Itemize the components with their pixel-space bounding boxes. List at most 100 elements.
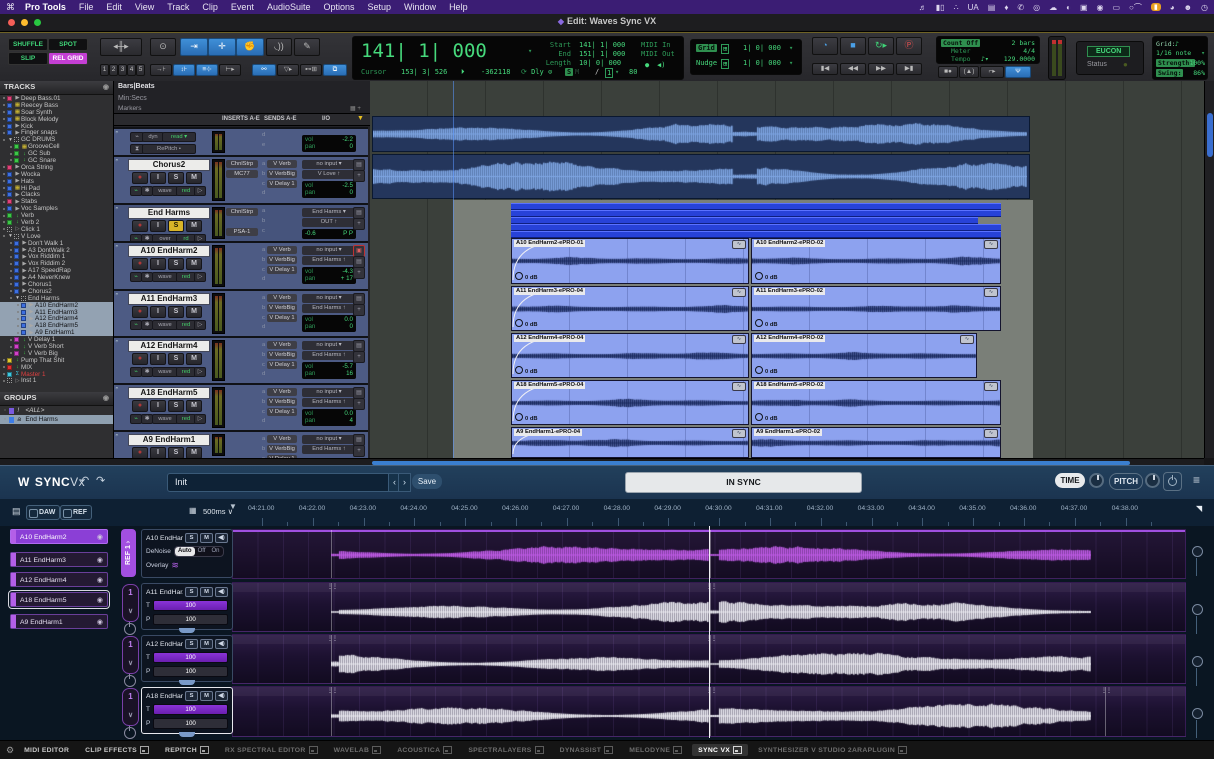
solo-button[interactable]: S: [168, 258, 184, 270]
zoom-preset-5[interactable]: 5: [136, 64, 145, 76]
clip-effects-badge[interactable]: ∿: [984, 240, 998, 249]
selection-start[interactable]: 141| 1| 000: [579, 41, 625, 49]
track-freeze-icon[interactable]: ◓: [115, 206, 119, 212]
audio-clip[interactable]: A18 EndHarm5-ePRO-04∿0 dB: [511, 380, 749, 425]
meter-label[interactable]: Meter: [951, 47, 971, 55]
vx-track-chip-a18-endharm5[interactable]: A18 EndHarm5◉: [10, 592, 108, 607]
send-assignment[interactable]: V Verb: [267, 388, 297, 396]
lane-power-button[interactable]: [124, 675, 136, 687]
solo-button[interactable]: S: [185, 639, 198, 649]
send-assignment[interactable]: V VerbBig: [267, 170, 297, 178]
volume-pan-display[interactable]: vol-2.5pan0: [302, 181, 356, 198]
send-slot[interactable]: cV Delay 1: [262, 314, 297, 322]
chevron-down-icon[interactable]: ∨: [123, 711, 138, 719]
menu-item-clip[interactable]: Clip: [202, 2, 218, 12]
send-slot[interactable]: cV Delay 1: [262, 408, 297, 416]
audio-clip[interactable]: A9 EndHarm1-ePRO-04∿: [511, 427, 749, 458]
mute-button[interactable]: M: [200, 639, 213, 649]
lane-pull-tab[interactable]: [179, 680, 195, 685]
input-path-selector[interactable]: no input ▾: [302, 294, 356, 303]
quantize-dropdown-icon[interactable]: ▾: [615, 68, 619, 76]
cloud-icon[interactable]: ☁: [1049, 3, 1057, 12]
send-assignment[interactable]: V Delay 1: [267, 408, 297, 416]
volume-pan-display[interactable]: vol-5.7pan16: [302, 362, 356, 379]
expand-icon[interactable]: ▷: [194, 320, 206, 330]
folder-open-icon[interactable]: ▾: [14, 295, 21, 301]
denoise-option-off[interactable]: Off: [195, 547, 209, 556]
window-split-icon[interactable]: ▮▯: [936, 3, 945, 12]
visibility-eye-icon[interactable]: ◉: [97, 530, 103, 545]
elastic-algorithm-button[interactable]: red: [176, 186, 196, 196]
send-assignment[interactable]: V Verb: [267, 160, 297, 168]
battery-icon[interactable]: ▭: [1112, 3, 1120, 12]
lane-zoom-knob[interactable]: [1192, 708, 1203, 719]
search-icon[interactable]: ○⌒: [1129, 2, 1142, 13]
sends-column-header[interactable]: SENDS A-E: [264, 116, 296, 122]
record-enable-button[interactable]: ●: [132, 353, 148, 365]
volume-pan-display[interactable]: vol0.0pan0: [302, 315, 356, 332]
solo-indicator[interactable]: S: [565, 68, 573, 76]
expand-icon[interactable]: ▷: [194, 186, 206, 196]
grid-label[interactable]: Grid: [696, 44, 717, 52]
elastic-algorithm-button[interactable]: red: [176, 272, 196, 282]
input-monitor-button[interactable]: I: [150, 172, 166, 184]
record-enable-button[interactable]: ●: [132, 172, 148, 184]
sidebar-track-groovecell[interactable]: ▦GrooveCell: [0, 143, 113, 150]
output-path-selector[interactable]: End Harms ↑: [302, 304, 356, 313]
audio-clip[interactable]: A12 EndHarm4-ePRO-04∿0 dB: [511, 333, 749, 378]
inserts-column-header[interactable]: INSERTS A-E: [222, 116, 260, 122]
playlist-view-button[interactable]: over: [152, 234, 178, 241]
swing-value[interactable]: 86%: [1193, 69, 1205, 77]
menu-item-file[interactable]: File: [79, 2, 94, 12]
menu-item-edit[interactable]: Edit: [106, 2, 122, 12]
zoom-waveform-buttons[interactable]: ◂╫▸: [100, 38, 142, 56]
track-name-box[interactable]: A10 EndHarm2: [128, 245, 210, 257]
output-path-selector[interactable]: End Harms ↑: [302, 445, 356, 454]
input-path-selector[interactable]: End Harms ▾: [302, 208, 356, 217]
sidebar-track-deep-bass-01[interactable]: ▶Deep Bass.01: [0, 95, 113, 102]
input-monitor-button[interactable]: I: [150, 220, 166, 232]
zoom-preset-3[interactable]: 3: [118, 64, 127, 76]
count-off-label[interactable]: Count Off: [941, 39, 980, 47]
record-button[interactable]: Ⓟ: [896, 37, 922, 55]
send-slot[interactable]: bV VerbBig: [262, 398, 297, 406]
sidebar-track-gc-snare[interactable]: ↓GC Snare: [0, 157, 113, 164]
tracks-options-icon[interactable]: ◉: [103, 83, 109, 91]
solo-button[interactable]: S: [185, 691, 198, 701]
send-slot[interactable]: bV VerbBig: [262, 170, 297, 178]
clock-icon[interactable]: ◷: [1201, 3, 1208, 12]
expand-icon[interactable]: ▷: [194, 272, 206, 282]
go-to-end-button[interactable]: ▶▮: [896, 63, 922, 75]
mute-button[interactable]: M: [186, 258, 202, 270]
volume-pan-display[interactable]: vol-2.2pan0: [302, 135, 356, 152]
input-monitor-button[interactable]: I: [150, 353, 166, 365]
solo-button[interactable]: S: [185, 587, 198, 597]
insert-slot-chnlstrp[interactable]: ChnlStrp: [226, 208, 258, 216]
send-slot[interactable]: d: [262, 418, 267, 426]
eucon-badge[interactable]: EUCON: [1087, 46, 1130, 57]
clip-drag-handle[interactable]: ⋮⋮: [327, 687, 337, 696]
vx-track-chip-a9-endharm1[interactable]: A9 EndHarm1◉: [10, 614, 108, 629]
send-slot[interactable]: aV Verb: [262, 388, 297, 396]
sidebar-track-inst-1[interactable]: ▷Inst 1: [0, 378, 113, 385]
online-button[interactable]: ◔: [812, 37, 838, 55]
sidebar-track-vox-riddim-2[interactable]: ▶Vox Riddim 2: [0, 260, 113, 267]
playlist-view-button[interactable]: wave: [152, 414, 178, 424]
audio-clip[interactable]: A9 EndHarm1-ePRO-02∿: [751, 427, 1001, 458]
audio-clip[interactable]: A10 EndHarm2-ePRO-01∿0 dB: [511, 238, 749, 284]
grid-value[interactable]: 1| 0| 000: [743, 44, 781, 52]
bars-beats-ruler-label[interactable]: Bars|Beats: [118, 83, 155, 90]
time-amount-slider[interactable]: 100: [153, 652, 228, 663]
nudge-dropdown-icon[interactable]: ▾: [789, 59, 793, 67]
io-column-header[interactable]: I/O: [322, 116, 330, 122]
sidebar-track-a10-endharm2[interactable]: ▶A10 EndHarm2: [0, 302, 113, 309]
send-slot[interactable]: bV VerbBig: [262, 304, 297, 312]
apple-menu-icon[interactable]: ⌘: [6, 2, 15, 13]
output-path-selector[interactable]: V Love ↑: [302, 170, 356, 179]
clip-gain-label[interactable]: 0 dB: [515, 272, 538, 281]
add-row-icon[interactable]: +: [353, 267, 365, 279]
output-path-selector[interactable]: End Harms ↑: [302, 351, 356, 360]
clip-drag-handle[interactable]: ⋮⋮: [706, 635, 716, 644]
link-timeline-selection-button[interactable]: ↕⊦: [173, 64, 195, 76]
editor-tab-repitch[interactable]: REPITCH: [159, 744, 215, 756]
